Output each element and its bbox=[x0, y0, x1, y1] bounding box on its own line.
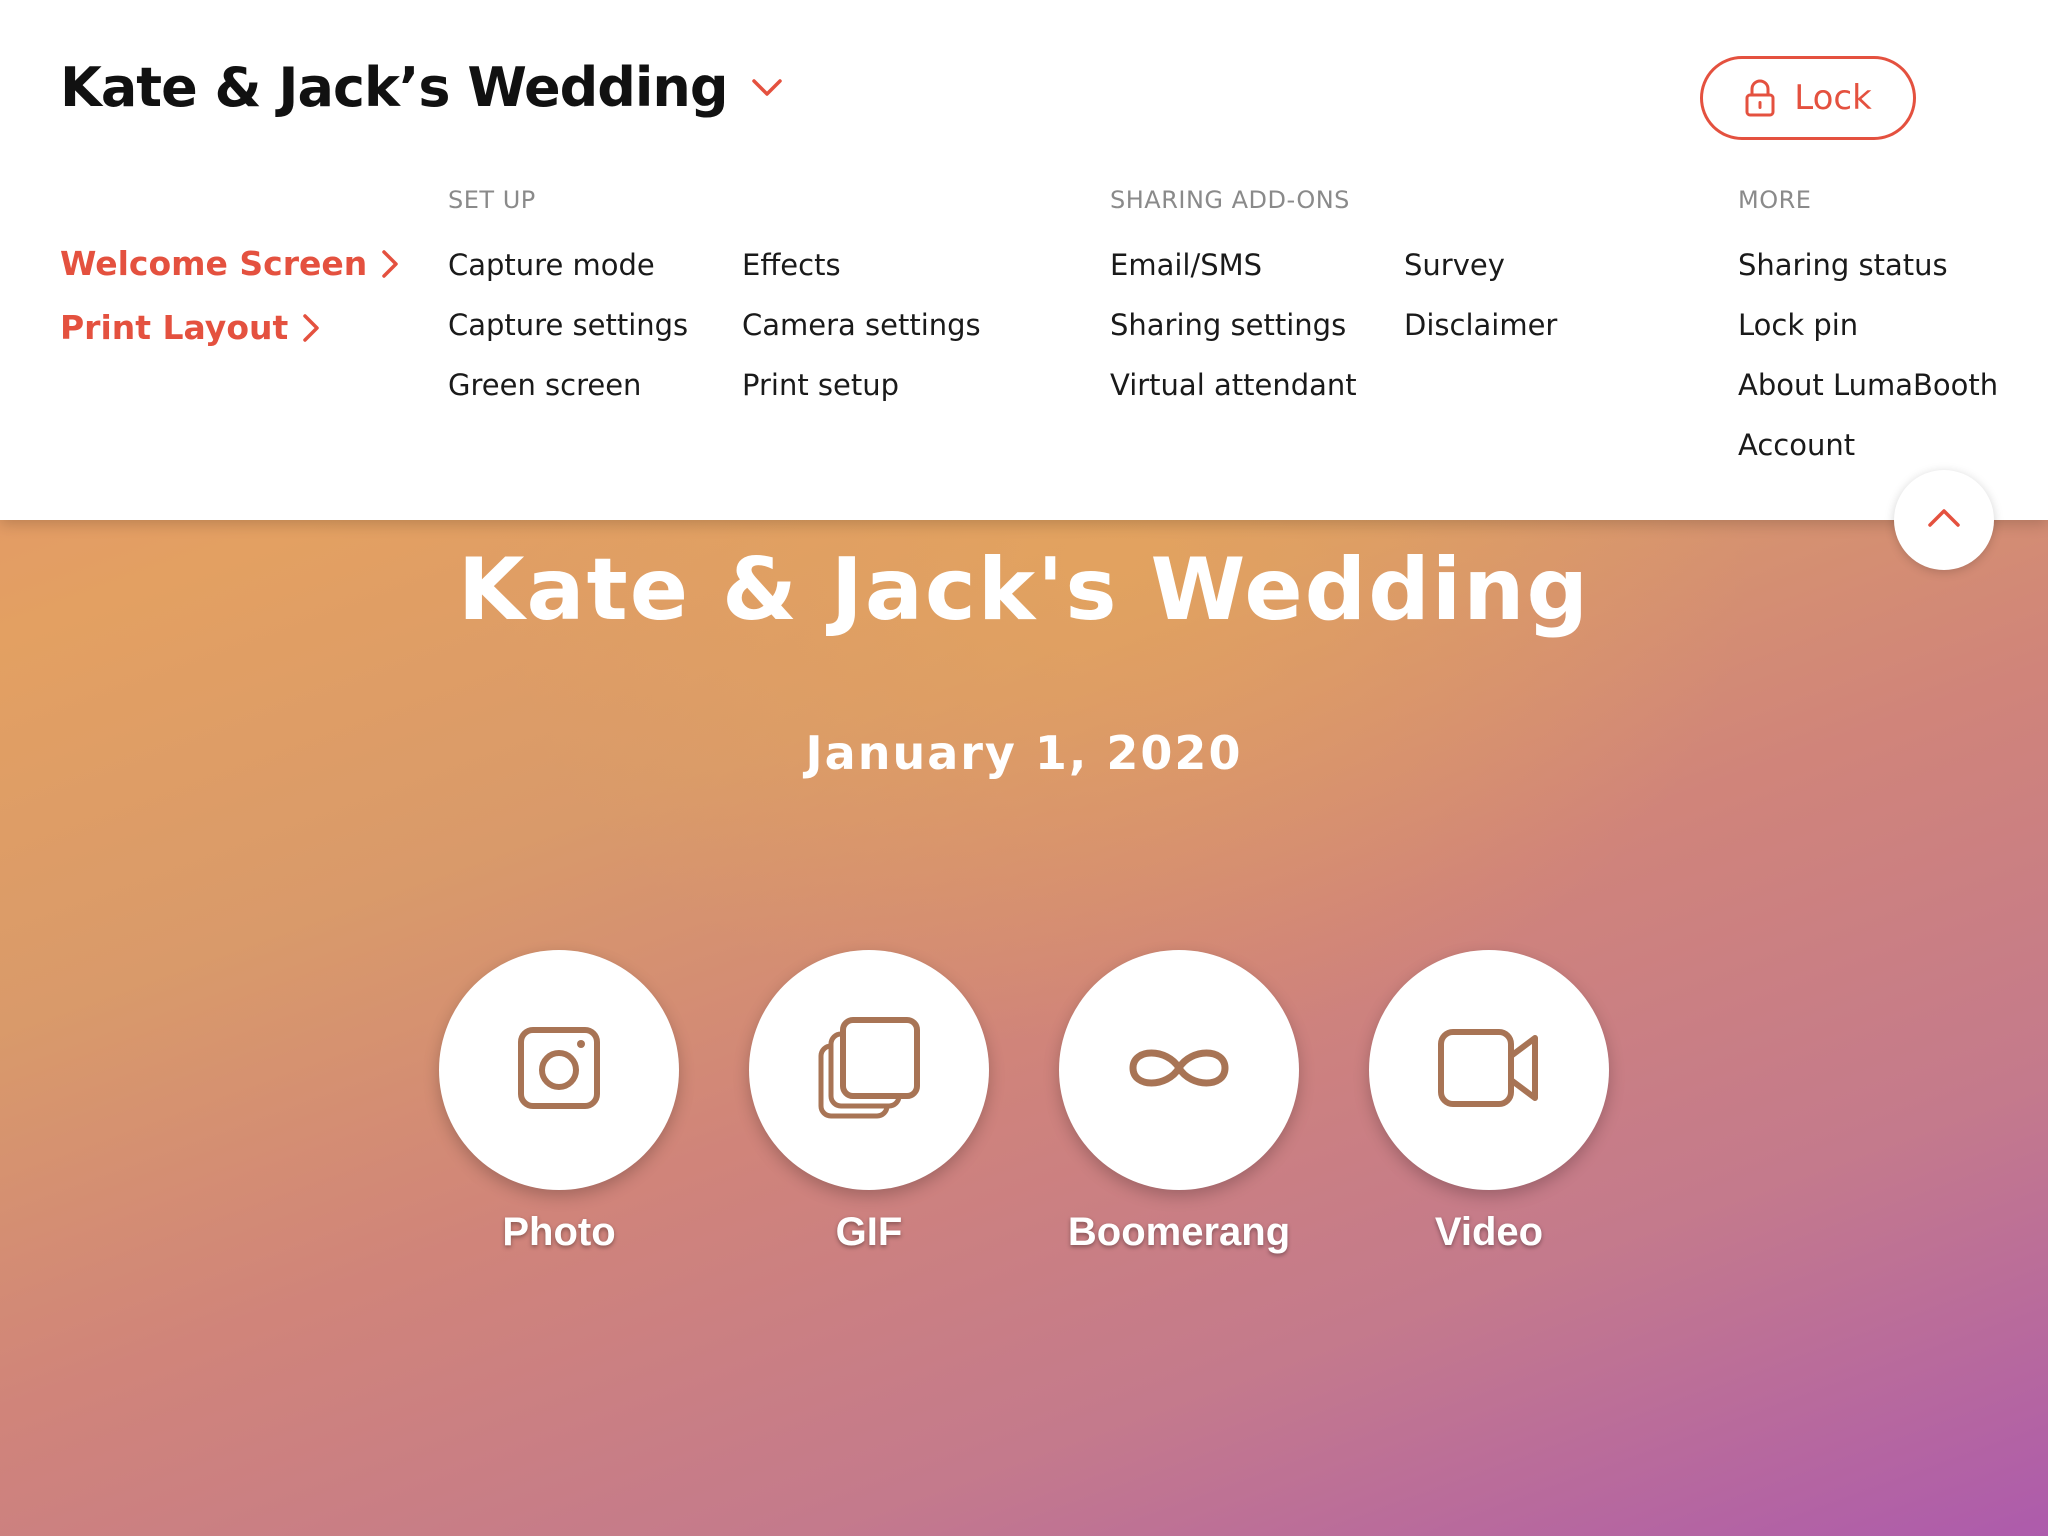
menu-item-capture-settings[interactable]: Capture settings bbox=[448, 308, 688, 342]
mode-video[interactable]: Video bbox=[1369, 950, 1609, 1255]
camera-icon bbox=[517, 1026, 601, 1115]
nav-print-layout-label: Print Layout bbox=[60, 308, 289, 347]
menu-item-account[interactable]: Account bbox=[1738, 428, 1855, 462]
chevron-down-icon[interactable] bbox=[750, 71, 784, 105]
mode-boomerang-button[interactable] bbox=[1059, 950, 1299, 1190]
menu-item-green-screen[interactable]: Green screen bbox=[448, 368, 641, 402]
mode-gif-button[interactable] bbox=[749, 950, 989, 1190]
welcome-title: Kate & Jack's Wedding bbox=[457, 540, 1591, 640]
menu-item-about-lumabooth[interactable]: About LumaBooth bbox=[1738, 368, 1998, 402]
welcome-date: January 1, 2020 bbox=[805, 726, 1243, 780]
nav-print-layout[interactable]: Print Layout bbox=[60, 308, 320, 347]
video-camera-icon bbox=[1437, 1028, 1541, 1113]
menu-item-disclaimer[interactable]: Disclaimer bbox=[1404, 308, 1557, 342]
stacked-frames-icon bbox=[817, 1016, 921, 1125]
lock-icon bbox=[1744, 78, 1776, 118]
section-heading-more: MORE bbox=[1738, 186, 1812, 214]
menu-item-survey[interactable]: Survey bbox=[1404, 248, 1505, 282]
mode-photo[interactable]: Photo bbox=[439, 950, 679, 1255]
mode-photo-button[interactable] bbox=[439, 950, 679, 1190]
mode-gif-label: GIF bbox=[835, 1210, 903, 1254]
chevron-right-icon bbox=[381, 249, 399, 279]
menu-item-sharing-settings[interactable]: Sharing settings bbox=[1110, 308, 1346, 342]
menu-item-print-setup[interactable]: Print setup bbox=[742, 368, 899, 402]
menu-item-virtual-attendant[interactable]: Virtual attendant bbox=[1110, 368, 1357, 402]
chevron-right-icon bbox=[302, 313, 320, 343]
lock-button[interactable]: Lock bbox=[1700, 56, 1916, 140]
section-heading-sharing: SHARING ADD-ONS bbox=[1110, 186, 1350, 214]
event-title[interactable]: Kate & Jack’s Wedding bbox=[60, 56, 728, 119]
menu-item-capture-mode[interactable]: Capture mode bbox=[448, 248, 655, 282]
menu-item-camera-settings[interactable]: Camera settings bbox=[742, 308, 981, 342]
event-selector[interactable]: Kate & Jack’s Wedding bbox=[60, 56, 784, 119]
mode-photo-label: Photo bbox=[502, 1210, 616, 1254]
mode-boomerang-label: Boomerang bbox=[1067, 1210, 1291, 1254]
infinity-icon bbox=[1127, 1042, 1231, 1099]
nav-welcome-screen-label: Welcome Screen bbox=[60, 244, 368, 283]
mode-gif[interactable]: GIF bbox=[749, 950, 989, 1255]
lock-label: Lock bbox=[1794, 78, 1872, 118]
mode-video-button[interactable] bbox=[1369, 950, 1609, 1190]
menu-item-effects[interactable]: Effects bbox=[742, 248, 841, 282]
mode-boomerang[interactable]: Boomerang bbox=[1059, 950, 1299, 1255]
menu-item-lock-pin[interactable]: Lock pin bbox=[1738, 308, 1858, 342]
settings-menu: Kate & Jack’s Wedding Lock Welcome Scree… bbox=[0, 0, 2048, 520]
menu-item-email-sms[interactable]: Email/SMS bbox=[1110, 248, 1262, 282]
menu-item-sharing-status[interactable]: Sharing status bbox=[1738, 248, 1948, 282]
chevron-up-icon bbox=[1927, 508, 1961, 533]
mode-video-label: Video bbox=[1434, 1210, 1544, 1254]
collapse-menu-button[interactable] bbox=[1894, 470, 1994, 570]
nav-welcome-screen[interactable]: Welcome Screen bbox=[60, 244, 399, 283]
section-heading-setup: SET UP bbox=[448, 186, 536, 214]
